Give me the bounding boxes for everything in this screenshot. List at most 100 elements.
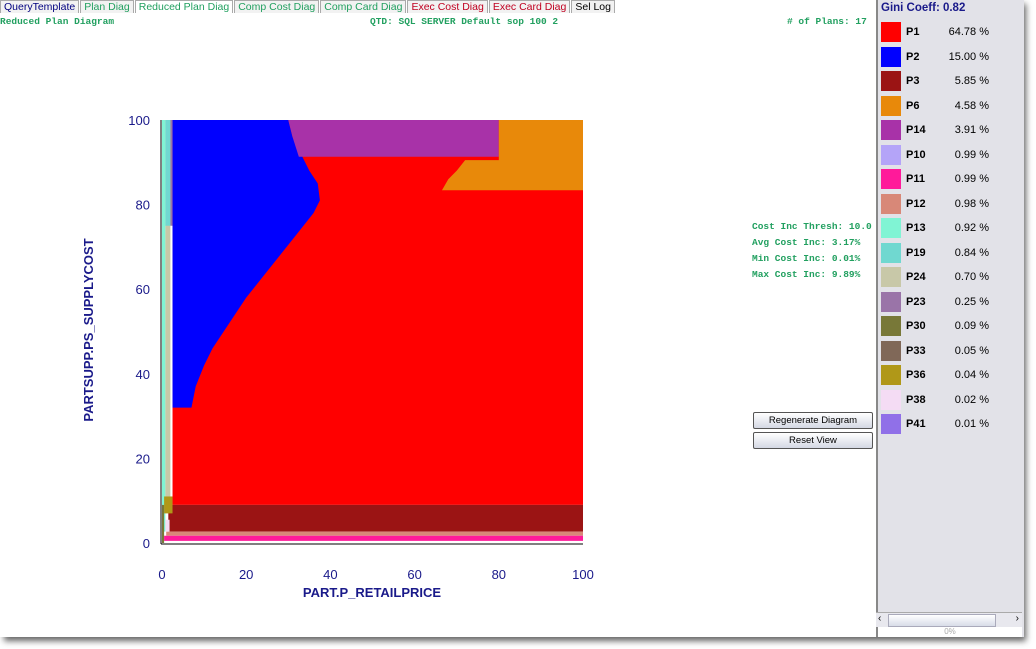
legend-plan: P6 (906, 99, 920, 112)
legend-plan: P30 (906, 320, 926, 332)
legend-plan: P3 (906, 75, 920, 87)
legend-item-p12[interactable]: P12 0.98 % (881, 193, 1021, 216)
legend-percent: 0.05 % (954, 344, 989, 357)
x-tick-label: 60 (407, 567, 421, 582)
region-p12 (166, 531, 583, 536)
legend-swatch (881, 193, 901, 214)
legend-percent: 0.70 % (954, 271, 989, 283)
legend-item-p23[interactable]: P23 0.25 % (881, 291, 1021, 314)
legend-percent: 3.91 % (954, 124, 989, 136)
legend-item-p6[interactable]: P6 4.58 % (881, 95, 1021, 118)
max-cost-inc: Max Cost Inc: 9.89% (752, 269, 861, 280)
legend-plan: P12 (906, 197, 926, 210)
legend-plan: P41 (906, 418, 926, 430)
legend-item-p36[interactable]: P36 0.04 % (881, 365, 1021, 387)
legend-percent: 0.99 % (954, 148, 989, 161)
legend-swatch (881, 340, 901, 361)
x-tick-label: 100 (572, 567, 594, 582)
horizontal-scrollbar[interactable]: ‹ › (876, 612, 1022, 627)
legend-swatch (881, 218, 901, 238)
legend-swatch (881, 414, 901, 434)
legend-item-p3[interactable]: P3 5.85 % (881, 71, 1021, 93)
legend-plan: P1 (906, 26, 920, 38)
legend-plan: P2 (906, 50, 920, 63)
legend-panel: Gini Coeff: 0.82 P1 64.78 % P2 15.00 % P3 5.8… (876, 0, 1024, 637)
legend-swatch (881, 120, 901, 140)
legend-percent: 0.25 % (954, 295, 989, 308)
legend-item-p38[interactable]: P38 0.02 % (881, 389, 1021, 412)
app-window: QueryTemplate Plan Diag Reduced Plan Diag C… (0, 0, 1024, 637)
legend-plan: P19 (906, 246, 926, 259)
y-tick-label: 100 (128, 113, 150, 128)
legend-plan: P14 (906, 124, 926, 136)
legend-swatch (881, 389, 901, 410)
legend-swatch (881, 22, 901, 42)
scroll-left-icon[interactable]: ‹ (878, 613, 881, 624)
plan-count: # of Plans: 17 (787, 16, 867, 27)
x-tick-label: 20 (239, 567, 253, 582)
region-p23 (170, 120, 173, 226)
legend-percent: 0.98 % (954, 197, 989, 210)
legend-swatch (881, 291, 901, 312)
legend-swatch (881, 95, 901, 116)
x-tick-label: 0 (158, 567, 165, 582)
legend-item-p10[interactable]: P10 0.99 % (881, 144, 1021, 167)
legend-percent: 0.02 % (954, 393, 989, 406)
legend-plan: P38 (906, 393, 926, 406)
legend-plan: P10 (906, 148, 926, 161)
region-p3 (168, 504, 583, 532)
legend-plan: P24 (906, 271, 926, 283)
y-axis-label: PARTSUPP.PS_SUPPLYCOST (81, 238, 96, 421)
legend-item-p19[interactable]: P19 0.84 % (881, 242, 1021, 265)
legend-swatch (881, 267, 901, 287)
cost-inc-thresh: Cost Inc Thresh: 10.0 (752, 221, 872, 232)
reset-view-button[interactable]: Reset View (753, 432, 873, 449)
y-tick-label: 40 (136, 367, 150, 382)
y-tick-label: 80 (136, 198, 150, 213)
legend-swatch (881, 242, 901, 263)
scroll-thumb[interactable] (888, 614, 996, 627)
legend-item-p13[interactable]: P13 0.92 % (881, 218, 1021, 240)
legend-percent: 0.99 % (954, 173, 989, 185)
y-tick-label: 0 (143, 536, 150, 551)
legend-item-p1[interactable]: P1 64.78 % (881, 22, 1021, 44)
x-axis-label: PART.P_RETAILPRICE (303, 585, 442, 600)
progress-label: 0% (878, 627, 1022, 637)
region-p36 (164, 496, 173, 514)
legend-item-p33[interactable]: P33 0.05 % (881, 340, 1021, 363)
region-p19 (165, 120, 171, 226)
legend-plan: P33 (906, 344, 926, 357)
scroll-right-icon[interactable]: › (1016, 613, 1019, 624)
legend-percent: 5.85 % (954, 75, 989, 87)
region-p30 (162, 504, 165, 543)
regenerate-diagram-button[interactable]: Regenerate Diagram (753, 412, 873, 429)
region-p13 (162, 120, 166, 532)
legend-item-p2[interactable]: P2 15.00 % (881, 46, 1021, 69)
legend-percent: 0.04 % (954, 369, 989, 381)
legend-plan: P36 (906, 369, 926, 381)
avg-cost-inc: Avg Cost Inc: 3.17% (752, 237, 861, 248)
x-tick-label: 80 (492, 567, 506, 582)
plan-diagram[interactable]: 0 20 40 60 80 100 0 20 40 60 80 100 PART.P_RETAILPR… (0, 0, 640, 610)
legend-item-p41[interactable]: P41 0.01 % (881, 414, 1021, 436)
legend-plan: P13 (906, 222, 926, 234)
legend-item-p30[interactable]: P30 0.09 % (881, 316, 1021, 338)
legend-swatch (881, 316, 901, 336)
legend-swatch (881, 71, 901, 91)
legend-plan: P11 (906, 173, 925, 185)
x-tick-label: 40 (323, 567, 337, 582)
gini-coefficient: Gini Coeff: 0.82 (881, 2, 966, 14)
legend-item-p24[interactable]: P24 0.70 % (881, 267, 1021, 289)
legend-percent: 0.09 % (954, 320, 989, 332)
legend-item-p14[interactable]: P14 3.91 % (881, 120, 1021, 142)
legend-swatch (881, 169, 901, 189)
region-p11 (164, 535, 584, 541)
legend-percent: 4.58 % (954, 99, 989, 112)
y-tick-label: 60 (136, 282, 150, 297)
min-cost-inc: Min Cost Inc: 0.01% (752, 253, 861, 264)
legend-percent: 15.00 % (948, 50, 989, 63)
legend-percent: 0.01 % (954, 418, 989, 430)
legend-plan: P23 (906, 295, 926, 308)
legend-item-p11[interactable]: P11 0.99 % (881, 169, 1021, 191)
legend-swatch (881, 144, 901, 165)
